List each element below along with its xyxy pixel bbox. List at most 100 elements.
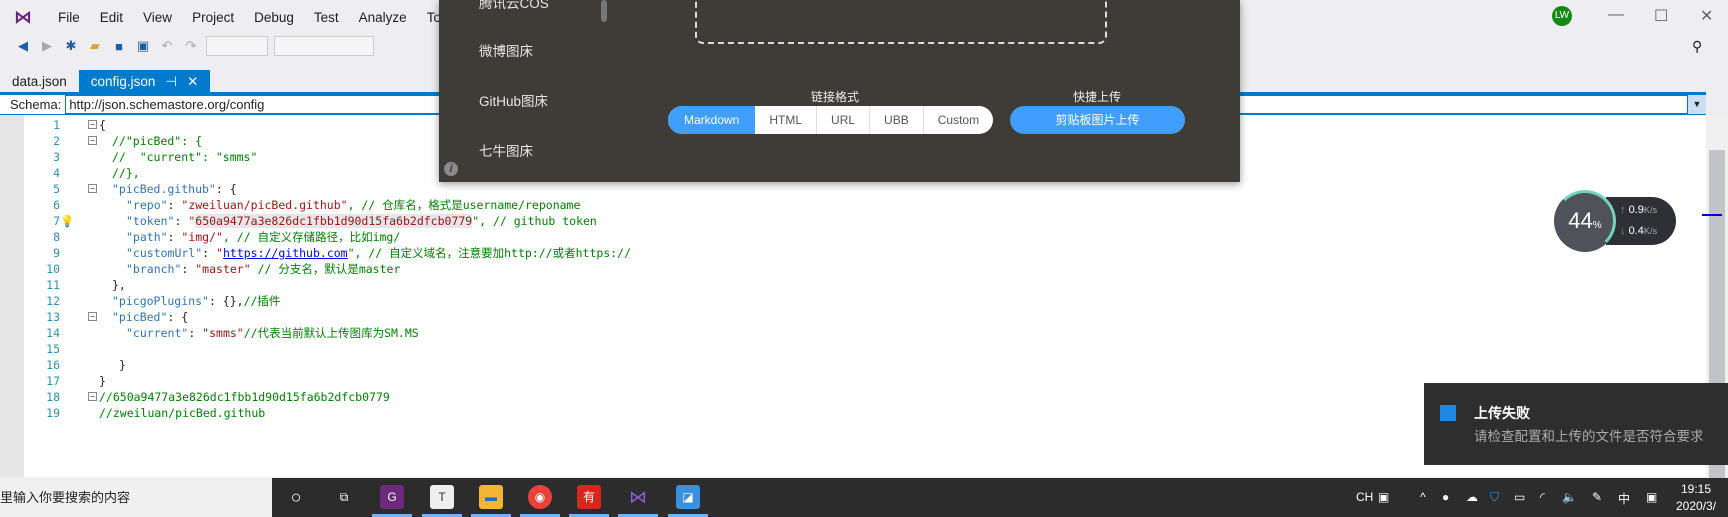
sidebar-item-qiniu[interactable]: 七牛图床 (479, 140, 533, 160)
onedrive-icon[interactable]: ☁ (1466, 490, 1478, 504)
fold-icon[interactable]: − (88, 120, 97, 129)
chrome-icon[interactable]: ◉ (528, 485, 552, 509)
fold-icon[interactable]: − (88, 184, 97, 193)
date: 2020/3/ (1676, 499, 1717, 513)
sidebar-item-weibo[interactable]: 微博图床 (479, 40, 533, 60)
sidebar-item-github[interactable]: GitHub图床 (479, 90, 548, 110)
security-shield-icon[interactable]: ⛉ (1490, 490, 1499, 505)
save-icon[interactable]: ■ (110, 39, 128, 54)
back-icon[interactable]: ◀ (14, 38, 32, 54)
pin-icon[interactable]: ⊣ (165, 74, 177, 90)
picgo-icon[interactable]: ◪ (676, 485, 700, 509)
line-number: 3 (53, 150, 60, 164)
close-window-icon[interactable]: ✕ (1700, 6, 1713, 26)
line-number: 11 (46, 278, 60, 292)
new-item-icon[interactable]: ✱ (62, 38, 80, 54)
format-url[interactable]: URL (816, 106, 869, 134)
json-key: "picgoPlugins" (112, 294, 209, 308)
code-comment: ", // github token (472, 214, 597, 228)
sidebar-item-tencent-cos[interactable]: 腾讯云COS (479, 0, 549, 12)
code-comment: ", // 自定义域名，注意要加http://或者https:// (347, 246, 631, 260)
volume-icon[interactable]: 🔈 (1562, 490, 1577, 504)
taskbar: 里输入你要搜索的内容 ○ ⧉ G T ▬ ◉ 有 ⋈ ◪ CH ▣ ^ ● ☁ … (0, 478, 1728, 517)
youdao-icon[interactable]: 有 (577, 485, 601, 509)
json-quote: " (216, 246, 223, 260)
notification-message: 请检查配置和上传的文件是否符合要求 (1474, 429, 1704, 444)
url-link[interactable]: https://github.com (223, 246, 348, 260)
toast-notification[interactable]: 上传失败 请检查配置和上传的文件是否符合要求 (1424, 383, 1728, 465)
fold-icon[interactable]: − (88, 392, 97, 401)
file-explorer-icon[interactable]: ▬ (479, 485, 503, 509)
clock[interactable]: 19:15 2020/3/ (1676, 481, 1716, 515)
typora-icon[interactable]: T (430, 485, 454, 509)
close-tab-icon[interactable]: ✕ (187, 74, 198, 90)
net-rates: ↑ 0.9K/s ↓ 0.4K/s (1606, 197, 1676, 245)
platform-dropdown[interactable] (274, 36, 374, 56)
user-avatar[interactable]: LW (1552, 6, 1572, 26)
maximize-icon[interactable]: ☐ (1654, 6, 1668, 26)
code-line: //}, (112, 166, 140, 180)
line-number: 15 (46, 342, 60, 356)
menu-test[interactable]: Test (304, 10, 349, 25)
json-string: "master" (195, 262, 251, 276)
rate-unit: K/s (1643, 226, 1658, 236)
json-key: "picBed" (112, 310, 168, 324)
menu-file[interactable]: File (48, 10, 90, 25)
menu-project[interactable]: Project (182, 10, 244, 25)
show-hidden-icons[interactable]: ^ (1420, 490, 1426, 504)
code-line: "picBed": { (112, 309, 188, 325)
format-custom[interactable]: Custom (922, 106, 993, 134)
code-comment: , // 自定义存储路径，比如img/ (222, 230, 401, 244)
foxit-pdf-icon[interactable]: G (380, 485, 404, 509)
fold-icon[interactable]: − (88, 136, 97, 145)
upload-drop-zone[interactable] (695, 0, 1107, 44)
task-view-icon[interactable]: ⧉ (332, 485, 356, 509)
format-markdown[interactable]: Markdown (668, 106, 756, 134)
fold-icon[interactable]: − (88, 312, 97, 321)
pen-icon[interactable]: ✎ (1592, 490, 1602, 504)
schema-dropdown-icon[interactable]: ▼ (1688, 95, 1706, 114)
input-mode-indicator[interactable]: 中 (1618, 490, 1630, 507)
menu-edit[interactable]: Edit (90, 10, 133, 25)
format-html[interactable]: HTML (755, 106, 816, 134)
ime-indicator[interactable]: CH (1356, 490, 1373, 504)
json-key: "token" (126, 214, 175, 228)
tab-label: config.json (90, 74, 156, 89)
taskbar-search-box[interactable]: 里输入你要搜索的内容 (0, 478, 272, 517)
cortana-icon[interactable]: ○ (284, 485, 308, 509)
minimize-icon[interactable]: — (1608, 6, 1624, 24)
memory-gauge: 44% (1554, 190, 1616, 252)
format-ubb[interactable]: UBB (869, 106, 923, 134)
tab-data-json[interactable]: data.json (0, 70, 79, 94)
menu-analyze[interactable]: Analyze (349, 10, 417, 25)
rate-unit: K/s (1643, 205, 1658, 215)
clipboard-upload-button[interactable]: 剪贴板图片上传 (1010, 106, 1185, 134)
save-all-icon[interactable]: ▣ (134, 38, 152, 54)
network-monitor-widget[interactable]: ↑ 0.9K/s ↓ 0.4K/s 44% (1554, 190, 1676, 252)
json-string: "img/" (181, 230, 223, 244)
quick-upload-label: 快捷上传 (1073, 90, 1122, 104)
battery-icon[interactable]: ▭ (1514, 490, 1525, 504)
line-number: 7 (53, 214, 60, 228)
configuration-dropdown[interactable] (206, 36, 268, 56)
ime-q-icon-2[interactable]: ▣ (1646, 490, 1657, 504)
redo-icon[interactable]: ↷ (182, 38, 200, 54)
lightbulb-icon[interactable]: 💡 (60, 213, 74, 229)
visual-studio-icon[interactable]: ⋈ (626, 485, 650, 509)
qq-icon[interactable]: ● (1442, 490, 1449, 504)
menu-debug[interactable]: Debug (244, 10, 304, 25)
code-line: // "current": "smms" (112, 150, 258, 164)
sidebar-scrollbar[interactable] (601, 0, 607, 22)
code-line: "repo": "zweiluan/picBed.github", // 仓库名… (126, 198, 581, 212)
ime-q-icon[interactable]: ▣ (1378, 490, 1389, 504)
menu-view[interactable]: View (133, 10, 182, 25)
info-icon[interactable]: i (444, 162, 458, 176)
tab-config-json[interactable]: config.json ⊣ ✕ (78, 70, 211, 94)
open-folder-icon[interactable]: ▰ (86, 38, 104, 54)
line-number: 19 (46, 406, 60, 420)
line-number: 17 (46, 374, 60, 388)
forward-icon[interactable]: ▶ (38, 38, 56, 54)
upload-rate: 0.9 (1628, 204, 1644, 216)
undo-icon[interactable]: ↶ (158, 38, 176, 54)
wifi-icon[interactable]: ◜ (1540, 490, 1545, 504)
